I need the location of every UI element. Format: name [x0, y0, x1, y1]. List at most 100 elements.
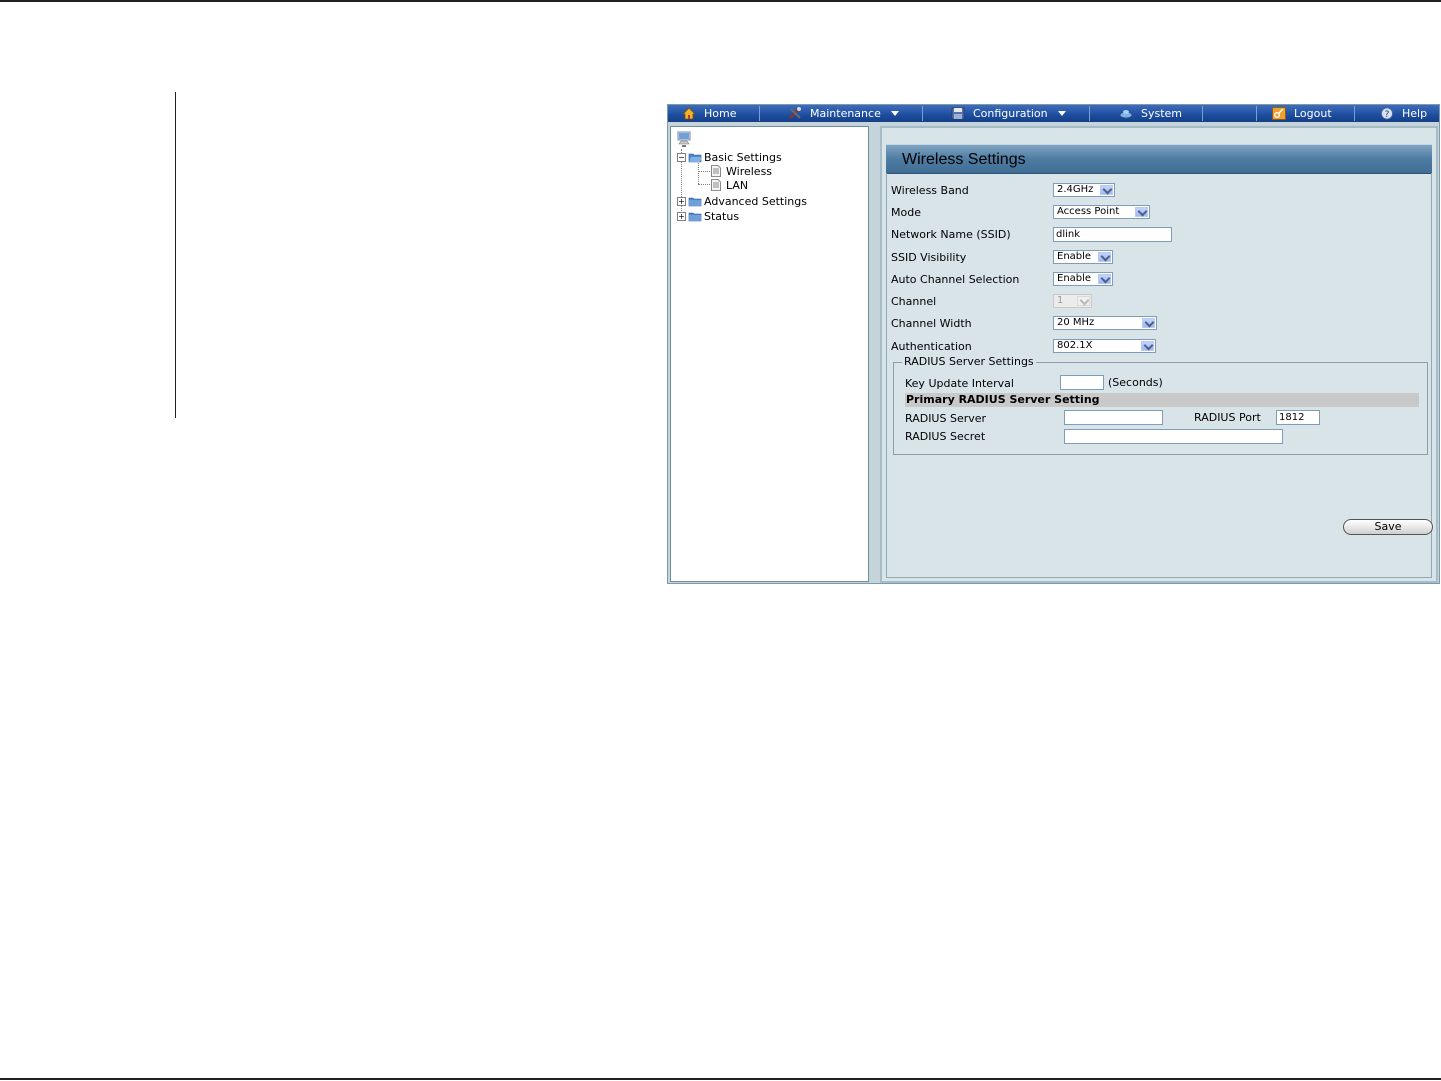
tree-item-basic-settings[interactable]: − Basic Settings	[677, 150, 782, 164]
menu-separator	[759, 106, 760, 121]
home-icon	[682, 107, 696, 120]
wireless-band-label: Wireless Band	[891, 184, 969, 197]
menu-logout-label: Logout	[1294, 107, 1332, 120]
help-icon: ?	[1381, 107, 1393, 120]
menu-home[interactable]: Home	[682, 105, 736, 122]
menu-maintenance-label: Maintenance	[810, 107, 881, 120]
menu-separator	[1354, 106, 1355, 121]
channel-width-value: 20 MHz	[1057, 317, 1095, 328]
radius-server-label: RADIUS Server	[905, 412, 987, 425]
folder-icon	[688, 197, 702, 206]
tree-item-label: Wireless	[726, 164, 773, 178]
auto-channel-label: Auto Channel Selection	[891, 273, 1020, 286]
radius-server-input[interactable]	[1064, 410, 1163, 425]
ssid-label: Network Name (SSID)	[891, 228, 1011, 241]
chevron-down-icon	[1098, 252, 1111, 262]
key-update-input[interactable]	[1060, 375, 1104, 390]
chevron-down-icon	[890, 111, 899, 116]
key-update-label: Key Update Interval	[905, 377, 1014, 390]
folder-icon	[688, 212, 702, 221]
expand-icon[interactable]: +	[677, 196, 686, 206]
radius-legend: RADIUS Server Settings	[902, 355, 1036, 368]
floppy-disk-icon	[951, 107, 965, 120]
radius-port-label: RADIUS Port	[1194, 411, 1261, 424]
page-title: Wireless Settings	[902, 151, 1026, 168]
tree-guide	[698, 163, 699, 184]
channel-value: 1	[1057, 295, 1064, 306]
mode-value: Access Point	[1057, 206, 1120, 217]
save-button[interactable]: Save	[1343, 519, 1433, 535]
tree-item-label: Basic Settings	[704, 150, 782, 164]
menu-separator	[1089, 106, 1090, 121]
panel-body: Wireless Band 2.4GHz Mode Access Point N…	[886, 173, 1433, 578]
expand-icon[interactable]: +	[677, 211, 686, 221]
document-icon	[711, 165, 721, 177]
wireless-band-select[interactable]: 2.4GHz	[1053, 183, 1115, 197]
radius-secret-input[interactable]	[1064, 429, 1283, 444]
folder-open-icon	[688, 153, 702, 162]
key-icon	[1272, 107, 1286, 120]
radius-port-input[interactable]: 1812	[1276, 410, 1320, 425]
chevron-down-icon	[1077, 296, 1090, 306]
mode-select[interactable]: Access Point	[1053, 205, 1150, 219]
wireless-band-value: 2.4GHz	[1057, 184, 1094, 195]
authentication-value: 802.1X	[1057, 340, 1093, 351]
chevron-down-icon	[1141, 341, 1154, 351]
authentication-label: Authentication	[891, 340, 972, 353]
menu-configuration-label: Configuration	[973, 107, 1048, 120]
margin-rule	[175, 92, 176, 418]
router-web-ui: Home Maintenance Configuration System Lo…	[667, 104, 1440, 584]
tree-item-label: Advanced Settings	[704, 194, 807, 208]
radius-server-fieldset: RADIUS Server Settings Key Update Interv…	[893, 355, 1428, 455]
ssid-input[interactable]: dlink	[1053, 227, 1172, 242]
navigation-tree: − Basic Settings Wireless LAN + Advanced…	[670, 126, 869, 582]
channel-label: Channel	[891, 295, 937, 308]
menu-help-label: Help	[1402, 107, 1428, 120]
chevron-down-icon	[1135, 207, 1148, 217]
menu-maintenance[interactable]: Maintenance	[788, 105, 899, 122]
menu-home-label: Home	[704, 107, 737, 120]
chevron-down-icon	[1142, 318, 1155, 328]
ssid-visibility-select[interactable]: Enable	[1053, 250, 1113, 264]
menu-system-label: System	[1141, 107, 1183, 120]
auto-channel-value: Enable	[1057, 273, 1092, 284]
tree-item-label: Status	[704, 209, 740, 223]
radius-secret-label: RADIUS Secret	[905, 430, 986, 443]
ssid-visibility-value: Enable	[1057, 251, 1092, 262]
tree-item-wireless[interactable]: Wireless	[711, 164, 772, 178]
svg-text:?: ?	[1385, 110, 1390, 120]
menu-configuration[interactable]: Configuration	[951, 105, 1066, 122]
document-icon	[711, 179, 721, 191]
channel-select[interactable]: 1	[1053, 294, 1092, 308]
authentication-select[interactable]: 802.1X	[1053, 339, 1156, 353]
menu-separator	[922, 106, 923, 121]
tree-guide	[698, 184, 710, 185]
primary-radius-heading: Primary RADIUS Server Setting	[905, 393, 1419, 407]
tree-item-lan[interactable]: LAN	[711, 178, 748, 192]
menu-help[interactable]: ? Help	[1380, 105, 1427, 122]
tree-item-advanced-settings[interactable]: + Advanced Settings	[677, 194, 807, 208]
tree-guide	[698, 171, 710, 172]
key-update-unit: (Seconds)	[1108, 376, 1163, 389]
main-panel: Wireless Settings Wireless Band 2.4GHz M…	[880, 126, 1438, 583]
panel-header: Wireless Settings	[886, 144, 1432, 174]
menu-logout[interactable]: Logout	[1272, 105, 1332, 122]
menu-system[interactable]: System	[1119, 105, 1182, 122]
collapse-icon[interactable]: −	[677, 152, 686, 162]
page-bottom-rule	[0, 1078, 1441, 1080]
auto-channel-select[interactable]: Enable	[1053, 272, 1113, 286]
mode-label: Mode	[891, 206, 921, 219]
chevron-down-icon	[1098, 274, 1111, 284]
menu-bar: Home Maintenance Configuration System Lo…	[668, 105, 1439, 122]
system-icon	[1119, 110, 1133, 119]
channel-width-label: Channel Width	[891, 317, 972, 330]
channel-width-select[interactable]: 20 MHz	[1053, 316, 1157, 330]
page-top-rule	[0, 0, 1441, 2]
menu-separator	[1256, 106, 1257, 121]
ssid-visibility-label: SSID Visibility	[891, 251, 967, 264]
tree-item-label: LAN	[726, 178, 749, 192]
device-icon	[677, 131, 691, 147]
tools-icon	[789, 107, 801, 119]
tree-item-status[interactable]: + Status	[677, 209, 739, 223]
chevron-down-icon	[1100, 185, 1113, 195]
